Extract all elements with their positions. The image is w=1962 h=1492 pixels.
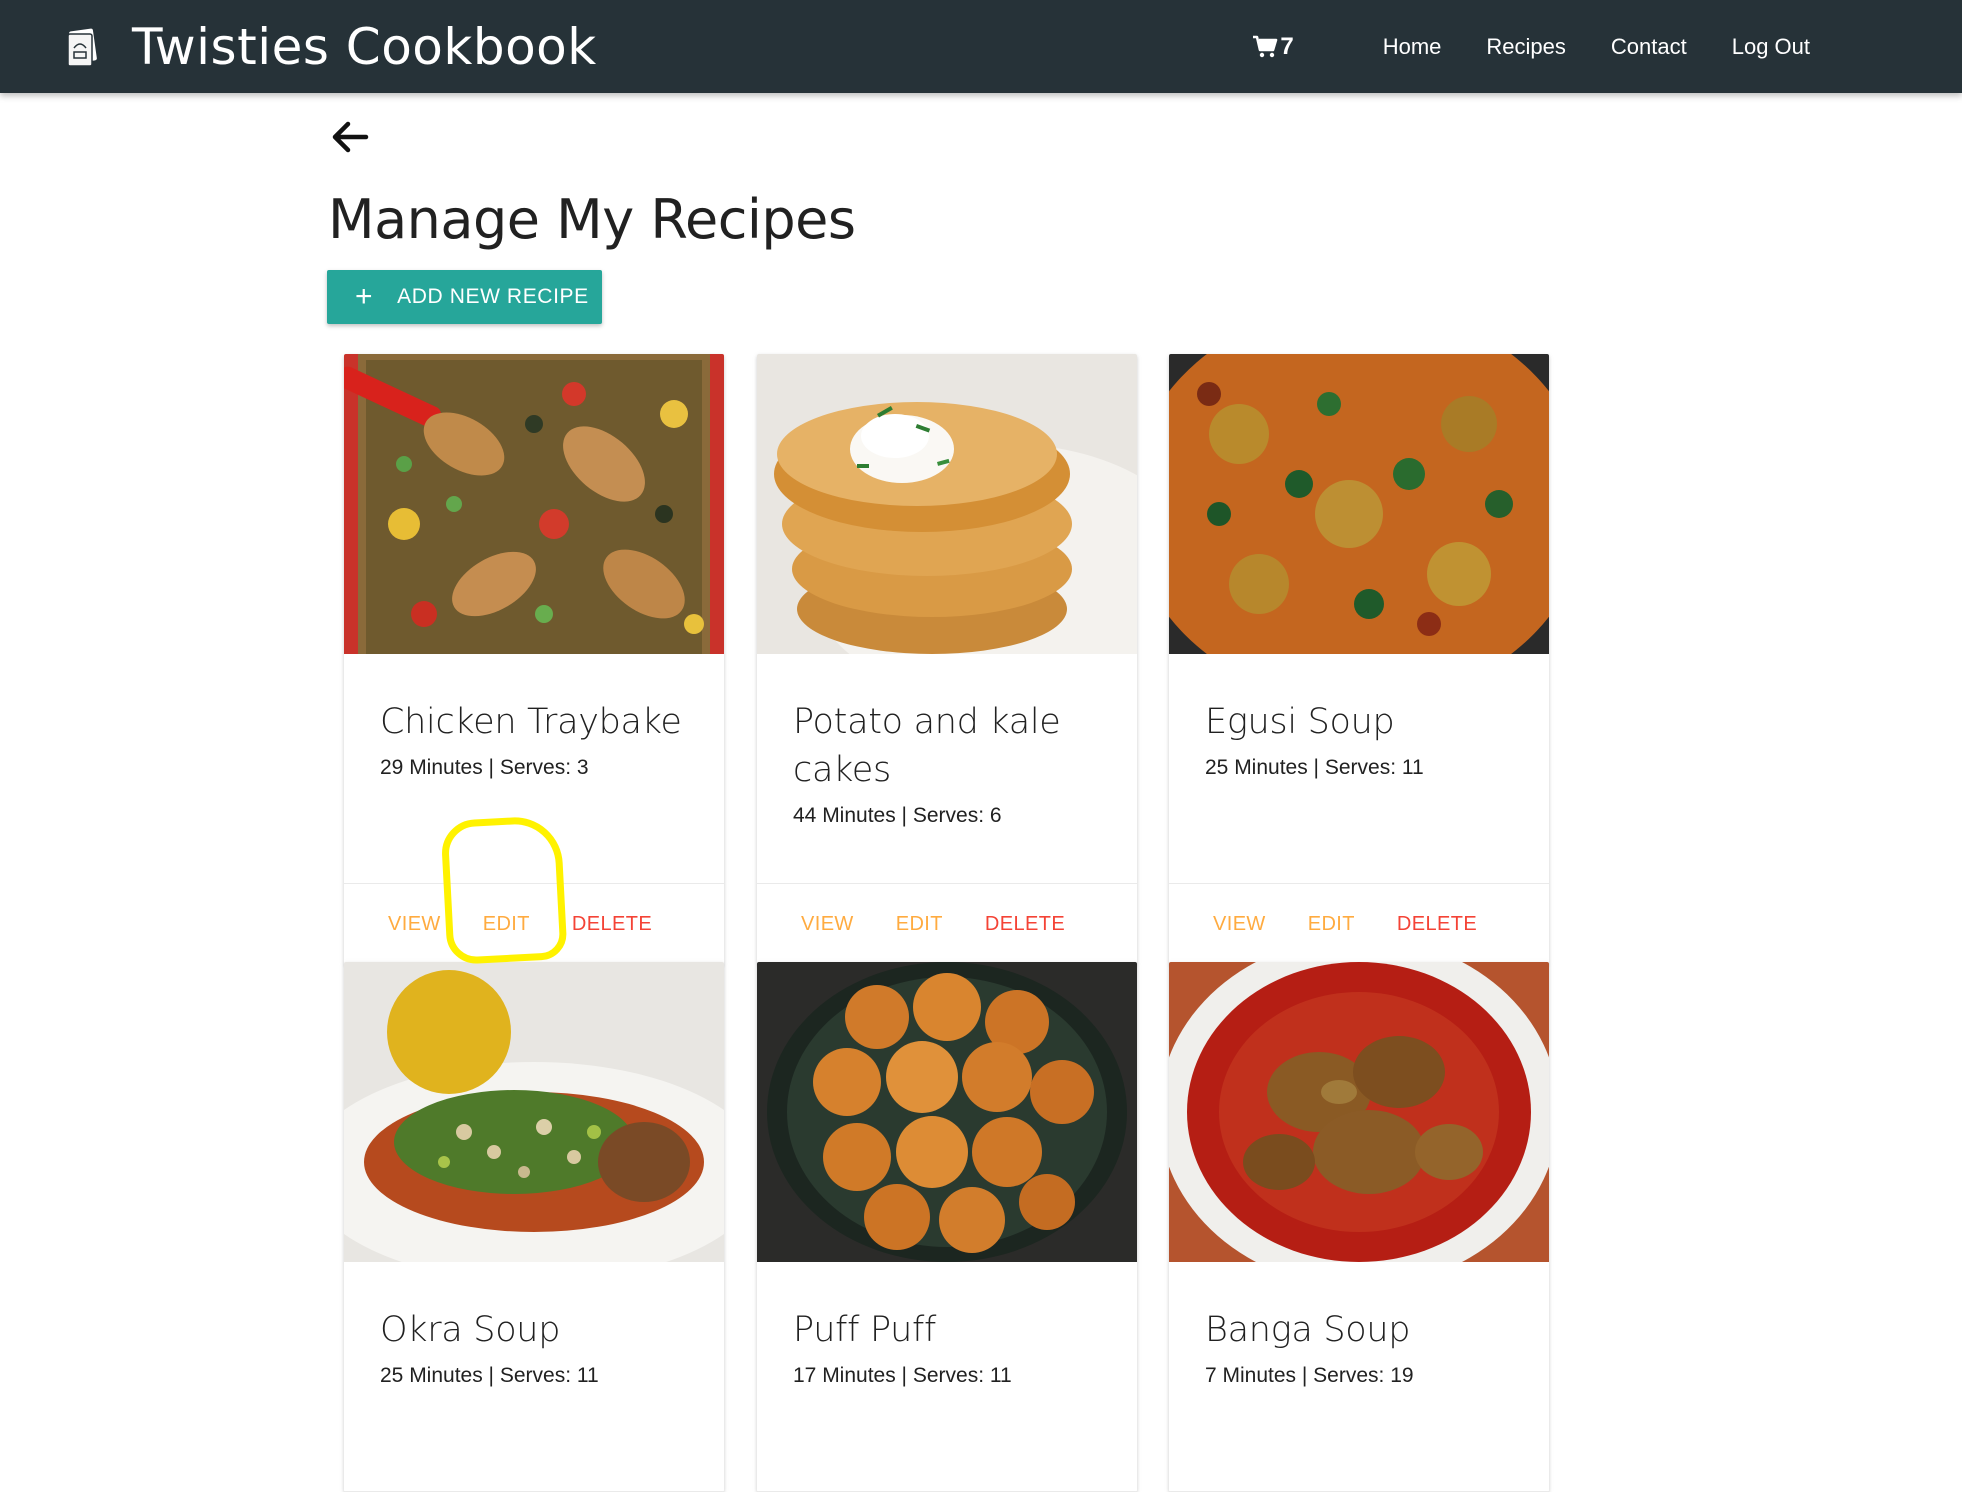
nav-recipes[interactable]: Recipes	[1486, 34, 1565, 60]
nav-contact[interactable]: Contact	[1611, 34, 1687, 60]
view-button[interactable]: VIEW	[388, 913, 441, 936]
recipe-card: Puff Puff 17 Minutes | Serves: 11	[757, 962, 1137, 1492]
view-button[interactable]: VIEW	[1213, 913, 1266, 936]
navbar: Twisties Cookbook 7 Home Recipes Contact…	[0, 0, 1962, 93]
edit-button[interactable]: EDIT	[1308, 913, 1355, 936]
page-title: Manage My Recipes	[328, 188, 856, 251]
chicken-traybake-photo	[344, 354, 724, 654]
egusi-soup-photo	[1169, 354, 1549, 654]
delete-button[interactable]: DELETE	[572, 913, 652, 936]
add-new-recipe-button[interactable]: + ADD NEW RECIPE	[327, 270, 602, 324]
brand-link[interactable]: Twisties Cookbook	[64, 20, 597, 74]
recipe-meta: 17 Minutes | Serves: 11	[793, 1364, 1012, 1387]
card-content: Banga Soup 7 Minutes | Serves: 19	[1169, 1262, 1549, 1492]
recipe-card: Egusi Soup 25 Minutes | Serves: 11 VIEW …	[1169, 354, 1549, 964]
view-button[interactable]: VIEW	[801, 913, 854, 936]
recipe-meta: 7 Minutes | Serves: 19	[1205, 1364, 1414, 1387]
recipe-meta: 25 Minutes | Serves: 11	[380, 1364, 599, 1387]
brand-title: Twisties Cookbook	[132, 18, 597, 76]
cookbook-logo-icon	[67, 28, 97, 67]
recipe-meta: 44 Minutes | Serves: 6	[793, 804, 1002, 827]
recipe-card: Banga Soup 7 Minutes | Serves: 19	[1169, 962, 1549, 1492]
edit-button[interactable]: EDIT	[483, 913, 530, 936]
card-content: Potato and kale cakes 44 Minutes | Serve…	[757, 654, 1137, 884]
recipe-card: Okra Soup 25 Minutes | Serves: 11	[344, 962, 724, 1492]
recipe-title: Potato and kale cakes	[793, 702, 1061, 790]
card-actions: VIEW EDIT DELETE	[344, 884, 724, 964]
add-new-recipe-label: ADD NEW RECIPE	[397, 285, 589, 308]
recipe-meta: 25 Minutes | Serves: 11	[1205, 756, 1424, 779]
edit-button[interactable]: EDIT	[896, 913, 943, 936]
cart-link[interactable]: 7	[1252, 32, 1294, 61]
recipe-card: Chicken Traybake 29 Minutes | Serves: 3 …	[344, 354, 724, 964]
plus-icon: +	[355, 280, 374, 313]
nav-links: 7 Home Recipes Contact Log Out	[1252, 0, 1810, 93]
card-content: Chicken Traybake 29 Minutes | Serves: 3	[344, 654, 724, 884]
potato-kale-cakes-photo	[757, 354, 1137, 654]
okra-soup-photo	[344, 962, 724, 1262]
recipe-title: Chicken Traybake	[380, 702, 682, 742]
recipe-title: Egusi Soup	[1205, 702, 1395, 742]
recipe-card: Potato and kale cakes 44 Minutes | Serve…	[757, 354, 1137, 964]
card-actions: VIEW EDIT DELETE	[1169, 884, 1549, 964]
shopping-cart-icon	[1253, 35, 1278, 57]
card-content: Egusi Soup 25 Minutes | Serves: 11	[1169, 654, 1549, 884]
card-content: Okra Soup 25 Minutes | Serves: 11	[344, 1262, 724, 1492]
banga-soup-photo	[1169, 962, 1549, 1262]
cart-count: 7	[1280, 32, 1294, 60]
delete-button[interactable]: DELETE	[1397, 913, 1477, 936]
recipe-meta: 29 Minutes | Serves: 3	[380, 756, 589, 779]
delete-button[interactable]: DELETE	[985, 913, 1065, 936]
back-arrow-icon[interactable]	[330, 120, 370, 154]
nav-logout[interactable]: Log Out	[1732, 34, 1810, 60]
recipe-title: Okra Soup	[380, 1310, 561, 1350]
nav-home[interactable]: Home	[1383, 34, 1442, 60]
recipe-title: Banga Soup	[1205, 1310, 1411, 1350]
card-actions: VIEW EDIT DELETE	[757, 884, 1137, 964]
recipe-title: Puff Puff	[793, 1310, 937, 1350]
puff-puff-photo	[757, 962, 1137, 1262]
card-content: Puff Puff 17 Minutes | Serves: 11	[757, 1262, 1137, 1492]
